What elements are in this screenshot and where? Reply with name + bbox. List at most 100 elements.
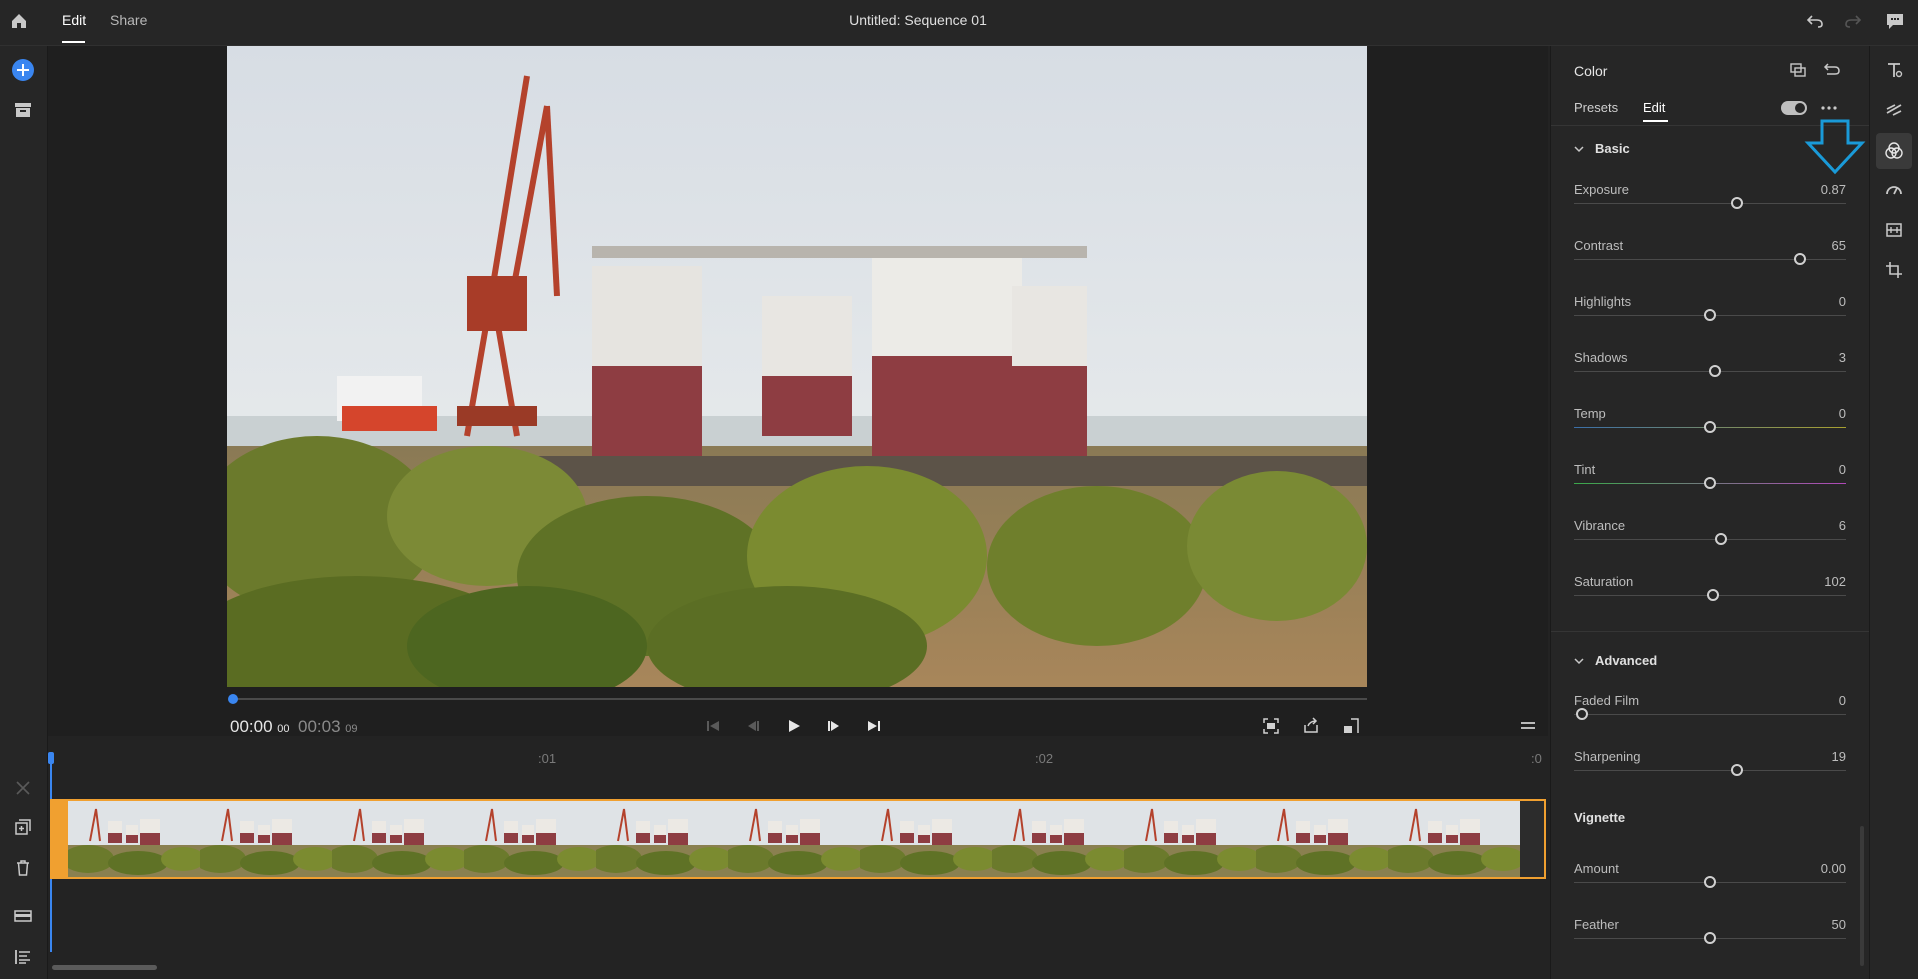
reset-icon[interactable] [1823,61,1841,84]
duration-frames: 09 [345,723,358,735]
highlights-label: Highlights [1574,294,1632,309]
faded-film-slider-knob[interactable] [1576,708,1589,720]
highlights-value[interactable]: 0 [1839,294,1846,309]
vibrance-value[interactable]: 6 [1839,518,1846,533]
contrast-value[interactable]: 65 [1832,238,1846,253]
tint-slider-knob[interactable] [1704,477,1716,489]
duration-time: 00:03 [298,717,341,736]
contrast-slider-knob[interactable] [1793,253,1806,265]
feather-value[interactable]: 50 [1832,917,1846,932]
annotation-down-arrow [1804,119,1866,180]
temp-slider-knob[interactable] [1704,421,1716,433]
vibrance-label: Vibrance [1574,518,1626,533]
crop-icon[interactable] [1885,261,1903,284]
color-panel: Color Presets Edit Basic Advanced Vignet… [1550,46,1869,979]
duration-timecode: 00:03 09 [298,717,358,737]
saturation-value[interactable]: 102 [1824,574,1846,589]
tab-edit-underline [62,41,85,43]
media-bin-icon[interactable] [12,101,34,122]
aspect-ratio-icon[interactable] [1342,717,1360,740]
timeline-ruler: :01 :02 :0 [48,748,1548,770]
ruler-mark-1: :01 [538,751,557,766]
sharpening-slider-track[interactable] [1574,770,1846,771]
vibrance-slider-knob[interactable] [1714,533,1727,545]
timeline-playhead-handle[interactable] [48,752,54,764]
section-divider [1551,631,1869,632]
amount-value[interactable]: 0.00 [1821,861,1846,876]
clip-thumbnail [1382,801,1525,877]
tab-edit-panel-underline [1643,120,1668,122]
go-to-end-button[interactable] [866,718,882,739]
faded-film-value[interactable]: 0 [1839,693,1846,708]
clip-trim-handle-left[interactable] [52,801,68,877]
step-forward-button[interactable] [826,718,842,739]
saturation-label: Saturation [1574,574,1634,589]
chevron-down-icon [1574,146,1584,153]
undo-icon[interactable] [1805,12,1825,33]
current-frames: 00 [277,723,290,735]
fit-to-screen-icon[interactable] [1262,717,1280,740]
playhead-knob[interactable] [228,694,238,704]
exposure-value[interactable]: 0.87 [1821,182,1846,197]
duplicate-icon[interactable] [12,818,34,839]
track-settings-icon[interactable] [12,908,34,926]
clip-thumbnail [1118,801,1261,877]
redo-icon [1843,12,1863,33]
ruler-mark-3: :0 [1531,751,1542,766]
clip-thumbnail [326,801,469,877]
clip-thumbnail [194,801,337,877]
current-timecode: 00:00 00 [230,717,290,737]
video-preview[interactable] [227,46,1367,687]
tint-value[interactable]: 0 [1839,462,1846,477]
chevron-down-icon [1574,658,1584,665]
titles-icon[interactable] [1885,61,1903,84]
delete-icon[interactable] [12,859,34,880]
transitions-icon[interactable] [1885,101,1903,124]
basic-section-header[interactable]: Basic [1573,141,1630,160]
step-back-button [745,718,761,739]
sharpening-value[interactable]: 19 [1832,749,1846,764]
play-button[interactable] [786,718,802,739]
advanced-section-header[interactable]: Advanced [1573,653,1657,672]
playback-scrubber-track[interactable] [232,698,1367,700]
audio-icon[interactable] [1885,221,1903,244]
basic-section-label: Basic [1595,141,1630,156]
speed-icon[interactable] [1885,181,1903,204]
vignette-section-label: Vignette [1574,810,1626,825]
shadows-slider-knob[interactable] [1709,365,1722,377]
saturation-slider-knob[interactable] [1706,589,1719,601]
video-clip[interactable] [50,799,1546,879]
feather-slider-knob[interactable] [1704,932,1716,944]
enable-toggle[interactable] [1781,101,1807,115]
temp-value[interactable]: 0 [1839,406,1846,421]
compare-view-icon[interactable] [1789,61,1807,84]
add-media-button[interactable] [12,59,34,81]
transport-controls [705,716,890,738]
clip-thumbnail [590,801,733,877]
sharpening-slider-knob[interactable] [1731,764,1744,776]
left-toolbar [0,46,48,979]
clip-thumbnail [986,801,1129,877]
panel-scrollbar[interactable] [1860,826,1864,966]
right-toolbar [1869,46,1918,979]
highlights-slider-knob[interactable] [1704,309,1716,321]
clip-thumbnail [62,801,205,877]
timeline-scrollbar[interactable] [52,965,157,970]
tab-presets[interactable]: Presets [1574,100,1618,115]
color-icon[interactable] [1876,133,1912,169]
advanced-section-label: Advanced [1595,653,1658,668]
track-list-icon[interactable] [12,948,34,969]
timeline-menu-icon[interactable] [1520,719,1536,738]
vibrance-slider-track[interactable] [1574,539,1846,540]
amount-label: Amount [1574,861,1619,876]
export-frame-icon[interactable] [1302,717,1320,740]
ruler-mark-2: :02 [1035,751,1054,766]
shadows-value[interactable]: 3 [1839,350,1846,365]
exposure-slider-knob[interactable] [1731,197,1744,209]
exposure-slider-track[interactable] [1574,203,1846,204]
clip-thumbnail [1250,801,1393,877]
amount-slider-knob[interactable] [1704,876,1716,888]
feedback-icon[interactable] [1884,11,1906,34]
tab-edit-panel[interactable]: Edit [1643,100,1665,115]
faded-film-slider-track[interactable] [1574,714,1846,715]
